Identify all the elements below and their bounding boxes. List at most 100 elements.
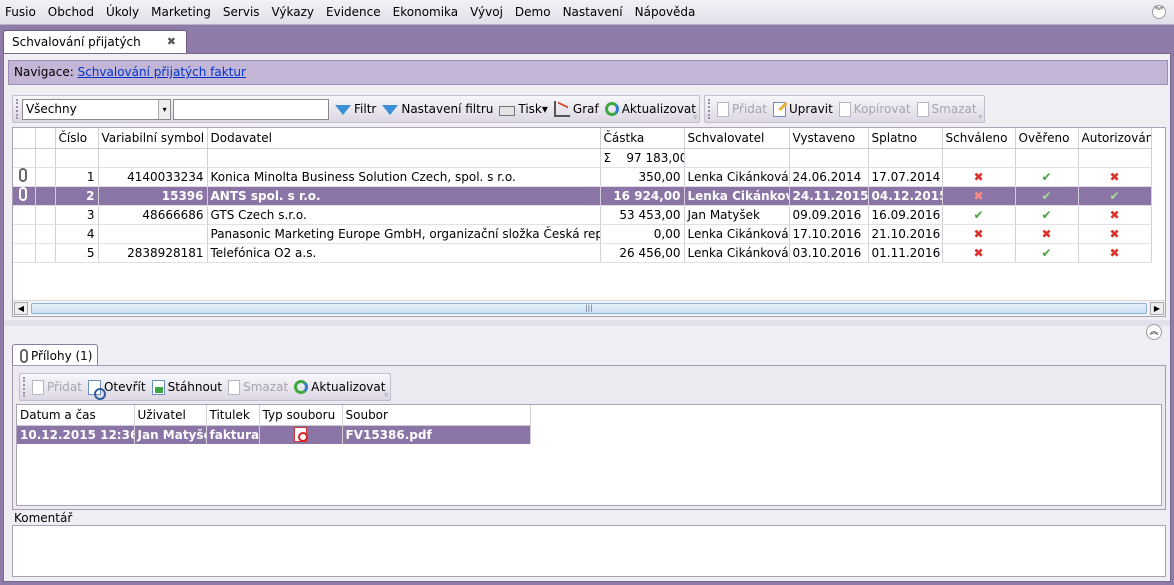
table-row[interactable]: 1 4140033234 Konica Minolta Business Solut… xyxy=(13,167,1152,187)
column-header[interactable]: Dodavatel xyxy=(207,128,601,149)
breadcrumb-prefix: Navigace: xyxy=(14,65,74,79)
issued-cell: 24.11.2015 xyxy=(789,186,869,206)
sum-row: Σ 97 183,00 xyxy=(13,148,1152,168)
check-icon: ✔ xyxy=(1015,243,1079,263)
menu-item[interactable]: Výkazy xyxy=(266,0,320,25)
due-cell: 21.10.2016 xyxy=(868,224,943,244)
menu-item[interactable]: Nastavení xyxy=(557,0,629,25)
toolbar-options-icon[interactable]: ▿ xyxy=(978,113,982,121)
table-row[interactable]: 2 15396 ANTS spol. s r.o. 16 924,00 Lenka Ci… xyxy=(13,186,1152,206)
menu-bar: Fusio Obchod Úkoly Marketing Servis Výkazy Evi… xyxy=(0,0,1174,25)
paperclip-icon xyxy=(20,348,28,363)
toolbar-grip[interactable] xyxy=(16,99,20,119)
attachment-column-header[interactable]: Soubor xyxy=(342,405,531,426)
search-input[interactable] xyxy=(173,98,329,120)
attachment-column-header[interactable]: Datum a čas xyxy=(17,405,135,426)
close-icon[interactable]: ✖ xyxy=(167,31,176,53)
filter-settings-icon xyxy=(382,105,399,115)
attachment-add-button[interactable]: Přidat xyxy=(29,376,85,398)
splitter[interactable] xyxy=(4,320,1170,326)
column-header[interactable]: Částka xyxy=(600,128,685,149)
expand-menu-button[interactable]: ︾ xyxy=(1152,5,1166,19)
column-header[interactable]: Vystaveno xyxy=(789,128,869,149)
cross-icon: ✖ xyxy=(1078,243,1152,263)
column-header[interactable]: Autorizováno xyxy=(1078,128,1152,149)
horizontal-scrollbar[interactable]: ◀ ||| ▶ xyxy=(13,300,1165,316)
column-header[interactable]: Splatno xyxy=(868,128,943,149)
copy-button[interactable]: Kopírovat xyxy=(836,98,914,120)
menu-item[interactable]: Servis xyxy=(217,0,266,25)
attachment-cell xyxy=(13,243,36,263)
issued-cell: 24.06.2014 xyxy=(789,167,869,187)
menu-item[interactable]: Obchod xyxy=(42,0,100,25)
table-row[interactable]: 5 2838928181 Telefónica O2 a.s. 26 456,00 Le… xyxy=(13,243,1152,263)
attachment-column-header[interactable]: Typ souboru xyxy=(259,405,343,426)
printer-icon xyxy=(499,105,516,116)
toolbar-grip[interactable] xyxy=(708,99,712,119)
column-header[interactable] xyxy=(13,128,36,149)
attachment-delete-button[interactable]: Smazat xyxy=(225,376,291,398)
filter-settings-button[interactable]: Nastavení filtru xyxy=(379,98,496,120)
comment-field[interactable] xyxy=(12,525,1166,577)
attachment-column-header[interactable]: Uživatel xyxy=(134,405,207,426)
attachments-panel: Přidat Otevřít Stáhnout Smazat Aktualizo… xyxy=(12,365,1166,510)
menu-item[interactable]: Evidence xyxy=(320,0,387,25)
refresh-button[interactable]: Aktualizovat xyxy=(602,98,699,120)
edit-label: Upravit xyxy=(788,102,833,116)
cross-icon: ✖ xyxy=(942,243,1016,263)
refresh-icon xyxy=(294,380,309,394)
scroll-left-icon[interactable]: ◀ xyxy=(14,302,28,315)
delete-button[interactable]: Smazat xyxy=(914,98,980,120)
number-cell: 3 xyxy=(55,205,99,225)
copy-label: Kopírovat xyxy=(853,102,911,116)
menu-item[interactable]: Marketing xyxy=(145,0,217,25)
breadcrumb-link[interactable]: Schvalování přijatých faktur xyxy=(78,65,246,79)
menu-item[interactable]: Úkoly xyxy=(100,0,145,25)
cross-icon: ✖ xyxy=(942,186,1016,206)
column-header[interactable]: Číslo xyxy=(55,128,99,149)
chart-button[interactable]: Graf xyxy=(551,98,602,120)
table-row[interactable]: 3 48666686 GTS Czech s.r.o. 53 453,00 Jan Ma… xyxy=(13,205,1152,225)
chart-label: Graf xyxy=(572,102,599,116)
column-header[interactable]: Schvalovatel xyxy=(684,128,790,149)
toolbar-options-icon[interactable]: ▿ xyxy=(384,391,388,399)
print-button[interactable]: Tisk ▾ xyxy=(496,98,551,120)
comment-label: Komentář xyxy=(14,511,73,525)
collapse-panel-button[interactable]: ︽ xyxy=(1146,324,1162,340)
menu-item[interactable]: Nápověda xyxy=(629,0,702,25)
approver-cell: Lenka Cikánková xyxy=(684,243,790,263)
amount-cell: 350,00 xyxy=(600,167,685,187)
toolbar-grip[interactable] xyxy=(23,377,27,397)
print-dropdown-icon[interactable]: ▾ xyxy=(542,102,548,116)
table-row[interactable]: 4 Panasonic Marketing Europe GmbH, organi… xyxy=(13,224,1152,244)
check-icon: ✔ xyxy=(1015,205,1079,225)
column-header[interactable]: Schváleno xyxy=(942,128,1016,149)
column-header[interactable]: Variabilní symbol xyxy=(98,128,208,149)
column-header[interactable] xyxy=(35,128,56,149)
scroll-right-icon[interactable]: ▶ xyxy=(1150,302,1164,315)
indicator-cell xyxy=(35,205,56,225)
edit-button[interactable]: Upravit xyxy=(770,98,836,120)
add-button[interactable]: Přidat xyxy=(714,98,770,120)
sum-symbol: Σ xyxy=(603,150,612,165)
attachment-download-button[interactable]: Stáhnout xyxy=(149,376,226,398)
toolbar-options-icon[interactable]: ▿ xyxy=(693,113,697,121)
menu-item[interactable]: Ekonomika xyxy=(387,0,465,25)
menu-item[interactable]: Demo xyxy=(509,0,557,25)
attachment-column-header[interactable]: Titulek xyxy=(206,405,260,426)
filter-button[interactable]: Filtr xyxy=(332,98,379,120)
menu-item[interactable]: Vývoj xyxy=(464,0,509,25)
attachment-open-button[interactable]: Otevřít xyxy=(85,376,149,400)
refresh-icon xyxy=(604,102,619,116)
chevron-down-icon[interactable]: ▾ xyxy=(158,99,171,119)
attachment-refresh-button[interactable]: Aktualizovat xyxy=(291,376,388,398)
scroll-thumb[interactable]: ||| xyxy=(31,303,1147,314)
filter-settings-label: Nastavení filtru xyxy=(401,102,494,116)
tab-invoice-approval[interactable]: Schvalování přijatých faktur ✖ xyxy=(3,30,187,71)
filter-select[interactable]: Všechny ▾ xyxy=(21,98,172,120)
tab-attachments[interactable]: Přílohy (1) xyxy=(12,344,98,366)
cross-icon: ✖ xyxy=(1015,224,1079,244)
column-header[interactable]: Ověřeno xyxy=(1015,128,1079,149)
menu-item[interactable]: Fusio xyxy=(0,0,42,25)
attachment-row[interactable]: 10.12.2015 12:36:26Jan Matyšekfaktura FV1… xyxy=(17,425,531,444)
